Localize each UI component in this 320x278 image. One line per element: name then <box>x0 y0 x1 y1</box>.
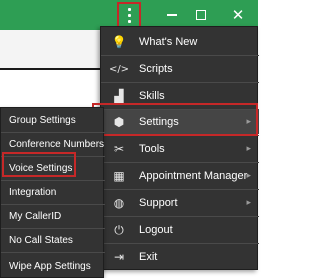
menu-separator <box>101 216 259 217</box>
menu-separator <box>101 162 259 163</box>
menu-item-label: Appointment Manager <box>139 170 248 182</box>
menu-separator <box>101 189 259 190</box>
settings-highlight-frame <box>92 103 258 136</box>
submenu-item-wipe-app-settings[interactable]: Wipe App Settings <box>1 254 105 278</box>
app-panel <box>0 30 104 68</box>
maximize-icon <box>196 10 206 20</box>
menu-item-label: Tools <box>139 143 165 155</box>
menu-separator <box>101 243 259 244</box>
submenu-item-group-settings[interactable]: Group Settings <box>1 108 105 132</box>
menu-separator <box>101 55 259 56</box>
menu-item-whats-new[interactable]: 💡 What's New <box>101 30 259 54</box>
more-menu-button[interactable] <box>117 2 141 29</box>
menu-item-label: Skills <box>139 90 165 102</box>
menu-item-label: Scripts <box>139 63 173 75</box>
menu-item-label: Logout <box>139 224 173 236</box>
menu-item-label: What's New <box>139 36 198 48</box>
menu-item-scripts[interactable]: </> Scripts <box>101 57 259 81</box>
menu-separator <box>1 252 105 253</box>
chevron-right-icon: ▸ <box>246 144 251 154</box>
calendar-icon: ▦ <box>113 169 125 183</box>
lightbulb-icon: 💡 <box>111 35 127 49</box>
submenu-item-integration[interactable]: Integration <box>1 180 105 204</box>
menu-item-logout[interactable]: ⏻ Logout <box>101 218 259 242</box>
settings-submenu: Group Settings Conference Numbers Voice … <box>0 107 105 278</box>
submenu-item-no-call-states[interactable]: No Call States <box>1 228 105 252</box>
menu-item-exit[interactable]: ⇥ Exit <box>101 245 259 269</box>
close-icon: ✕ <box>231 5 245 24</box>
code-icon: </> <box>108 63 130 75</box>
menu-item-label: Support <box>139 197 178 209</box>
exit-icon: ⇥ <box>113 250 125 264</box>
submenu-item-my-callerid[interactable]: My CallerID <box>1 204 105 228</box>
voice-settings-highlight-frame <box>2 152 76 177</box>
menu-separator <box>101 82 259 83</box>
menu-item-appointment-manager[interactable]: ▦ Appointment Manager ▸ <box>101 164 259 188</box>
chevron-right-icon: ▸ <box>246 171 251 181</box>
tools-icon: ✂ <box>113 142 125 156</box>
menu-item-support[interactable]: ◍ Support ▸ <box>101 191 259 215</box>
chevron-right-icon: ▸ <box>246 198 251 208</box>
power-icon: ⏻ <box>114 222 124 237</box>
menu-item-label: Exit <box>139 251 158 263</box>
more-vertical-icon <box>127 8 131 23</box>
globe-icon: ◍ <box>113 196 125 210</box>
stairs-icon: ▟ <box>114 89 124 103</box>
menu-item-tools[interactable]: ✂ Tools ▸ <box>101 137 259 161</box>
app-divider <box>0 68 104 70</box>
minimize-icon <box>167 14 177 16</box>
main-menu: 💡 What's New </> Scripts ▟ Skills ⬢ Sett… <box>100 26 259 270</box>
